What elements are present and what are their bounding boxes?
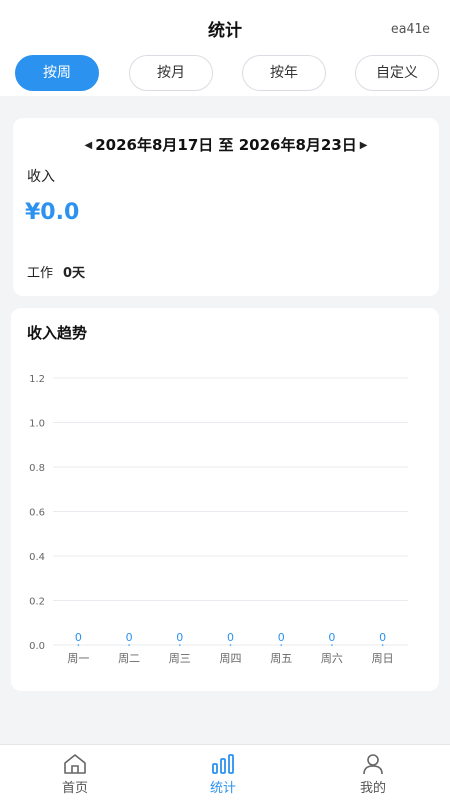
summary-card: ◀ 2026年8月17日 至 2026年8月23日 ▶ 收入 ¥0.0 工作 0天 xyxy=(13,118,439,296)
y-tick-label: 0.0 xyxy=(29,641,45,652)
work-label: 工作 xyxy=(27,266,54,281)
nav-home-label: 首页 xyxy=(61,781,88,796)
prev-arrow-icon[interactable]: ◀ xyxy=(82,140,96,151)
data-point xyxy=(381,644,384,646)
data-label: 0 xyxy=(126,631,133,644)
y-tick-label: 0.8 xyxy=(29,463,45,474)
nav-profile[interactable]: 我的 xyxy=(298,749,448,799)
data-label: 0 xyxy=(227,631,234,644)
corner-code: ea41e xyxy=(390,22,430,37)
y-tick-label: 0.4 xyxy=(29,552,45,563)
data-label: 0 xyxy=(176,631,183,644)
tab-year[interactable]: 按年 xyxy=(242,55,326,91)
x-tick-label: 周六 xyxy=(321,652,343,665)
y-tick-label: 1.0 xyxy=(29,419,45,430)
trend-card: 收入趋势 1.2 1.0 0.8 0.6 0.4 0.2 0.0 周一 0 周二 0 周三 0 周四 0 周五… xyxy=(11,308,439,691)
data-point xyxy=(128,644,130,646)
home-icon xyxy=(64,754,86,774)
income-amount: ¥0.0 xyxy=(25,200,80,225)
period-tabs: 按周 按月 按年 自定义 xyxy=(15,55,440,91)
nav-stats-label: 统计 xyxy=(209,781,236,796)
x-tick-label: 周日 xyxy=(372,652,394,665)
nav-profile-label: 我的 xyxy=(359,781,386,796)
tab-custom[interactable]: 自定义 xyxy=(355,55,439,91)
tab-month[interactable]: 按月 xyxy=(129,55,213,91)
work-value: 0天 xyxy=(63,266,86,281)
y-tick-label: 0.2 xyxy=(29,597,45,608)
next-arrow-icon[interactable]: ▶ xyxy=(357,140,371,151)
date-range: 2026年8月17日 至 2026年8月23日 xyxy=(95,136,357,154)
x-tick-label: 周一 xyxy=(67,652,89,665)
bar-chart-icon xyxy=(212,754,234,774)
data-point xyxy=(331,644,333,646)
income-trend-chart: 1.2 1.0 0.8 0.6 0.4 0.2 0.0 周一 0 周二 0 周三 0 周四 0 周五 0 周六 0 周… xyxy=(29,374,408,665)
tab-week[interactable]: 按周 xyxy=(15,55,99,91)
data-point xyxy=(77,644,80,646)
x-tick-label: 周四 xyxy=(220,652,242,665)
nav-home[interactable]: 首页 xyxy=(0,749,150,799)
data-label: 0 xyxy=(379,631,386,644)
bottom-nav: 首页 统计 我的 xyxy=(0,744,450,800)
top-bar: 统计 ea41e 按周 按月 按年 自定义 xyxy=(0,0,450,96)
work-days: 工作 0天 xyxy=(27,262,85,281)
data-point xyxy=(229,644,232,646)
nav-stats[interactable]: 统计 xyxy=(148,749,298,799)
x-tick-label: 周二 xyxy=(118,652,140,665)
y-tick-label: 1.2 xyxy=(29,374,45,385)
data-label: 0 xyxy=(75,631,82,644)
data-point xyxy=(178,644,181,646)
data-label: 0 xyxy=(278,631,285,644)
data-point xyxy=(280,644,283,646)
user-icon xyxy=(363,754,383,775)
date-range-row: ◀ 2026年8月17日 至 2026年8月23日 ▶ xyxy=(13,134,439,155)
x-tick-label: 周三 xyxy=(169,652,191,665)
page-title: 统计 xyxy=(208,21,242,41)
income-label: 收入 xyxy=(27,169,55,185)
data-label: 0 xyxy=(328,631,335,644)
x-tick-label: 周五 xyxy=(270,652,292,665)
y-tick-label: 0.6 xyxy=(29,508,45,519)
